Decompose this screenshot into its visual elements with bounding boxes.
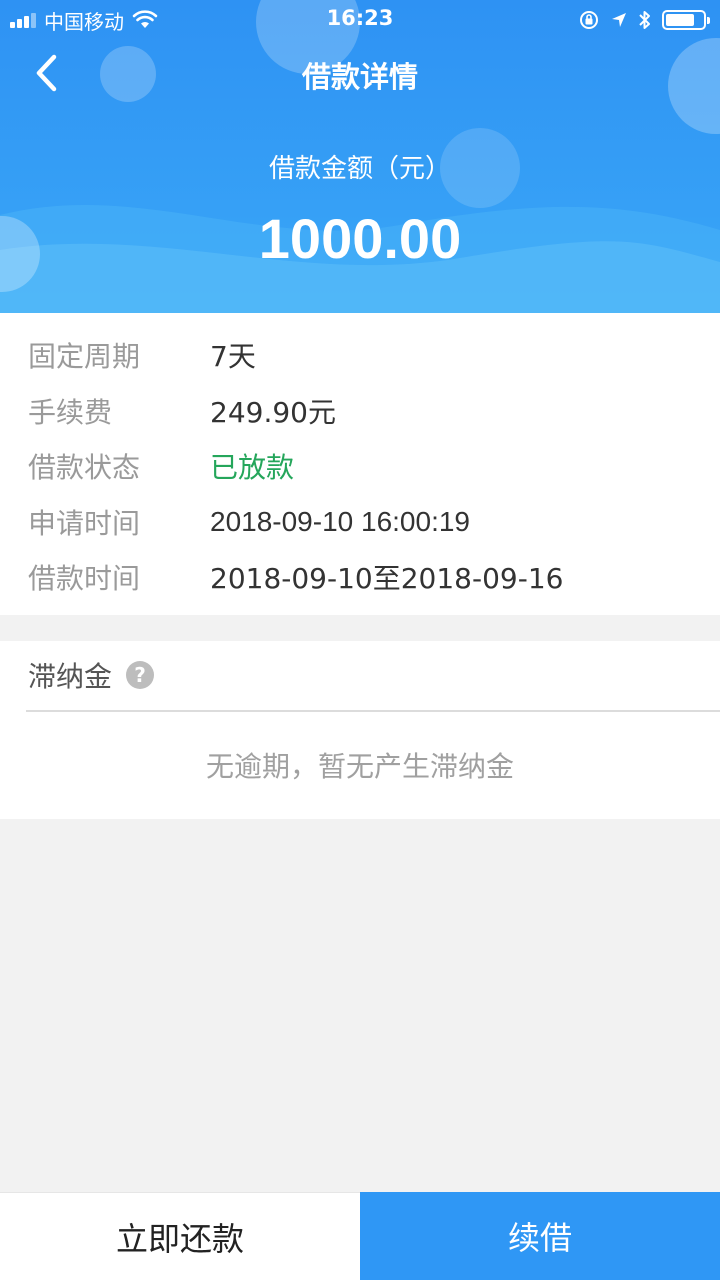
status-right	[578, 6, 710, 34]
loan-detail-page: 中国移动 16:23 借款详情 借款金额（元） 1000.00 固定周期 7天 …	[0, 0, 720, 1280]
info-label: 借款时间	[28, 562, 141, 595]
amount-value: 1000.00	[258, 207, 462, 270]
orientation-lock-icon	[580, 11, 598, 29]
info-label: 借款状态	[28, 451, 141, 484]
info-label: 申请时间	[28, 507, 141, 540]
info-value: 249.90元	[210, 396, 336, 429]
info-row-fee: 手续费 249.90元	[0, 383, 720, 439]
loan-info-section: 固定周期 7天 手续费 249.90元 借款状态 已放款 申请时间 2018-0…	[0, 313, 720, 615]
divider	[26, 710, 720, 712]
bottom-action-bar: 立即还款 续借	[0, 1192, 720, 1280]
bluetooth-icon	[639, 11, 650, 29]
info-row-apply-time: 申请时间 2018-09-10 16:00:19	[0, 494, 720, 550]
late-fee-header: 滞纳金 ?	[28, 655, 155, 695]
info-row-loan-time: 借款时间 2018-09-10至2018-09-16	[0, 549, 720, 605]
page-title: 借款详情	[301, 60, 418, 94]
info-value: 7天	[210, 340, 256, 373]
location-icon	[612, 13, 626, 27]
late-fee-title: 滞纳金	[28, 660, 113, 693]
battery-icon	[662, 10, 710, 30]
status-badge: 已放款	[210, 451, 295, 484]
info-row-period: 固定周期 7天	[0, 327, 720, 383]
status-bar: 中国移动 16:23	[0, 0, 720, 40]
question-icon[interactable]: ?	[126, 661, 155, 689]
header-banner: 中国移动 16:23 借款详情 借款金额（元） 1000.00	[0, 0, 720, 313]
info-label: 手续费	[28, 396, 113, 429]
amount-label: 借款金额（元）	[268, 154, 451, 184]
info-row-status: 借款状态 已放款	[0, 438, 720, 494]
info-label: 固定周期	[28, 340, 141, 373]
info-value: 2018-09-10 16:00:19	[210, 506, 470, 537]
late-fee-section: 滞纳金 ? 无逾期，暂无产生滞纳金	[0, 641, 720, 819]
renew-loan-button[interactable]: 续借	[360, 1192, 720, 1280]
nav-bar: 借款详情	[0, 40, 720, 106]
repay-now-button[interactable]: 立即还款	[0, 1192, 360, 1280]
info-value: 2018-09-10至2018-09-16	[210, 562, 564, 595]
late-fee-empty-text: 无逾期，暂无产生滞纳金	[205, 750, 514, 783]
